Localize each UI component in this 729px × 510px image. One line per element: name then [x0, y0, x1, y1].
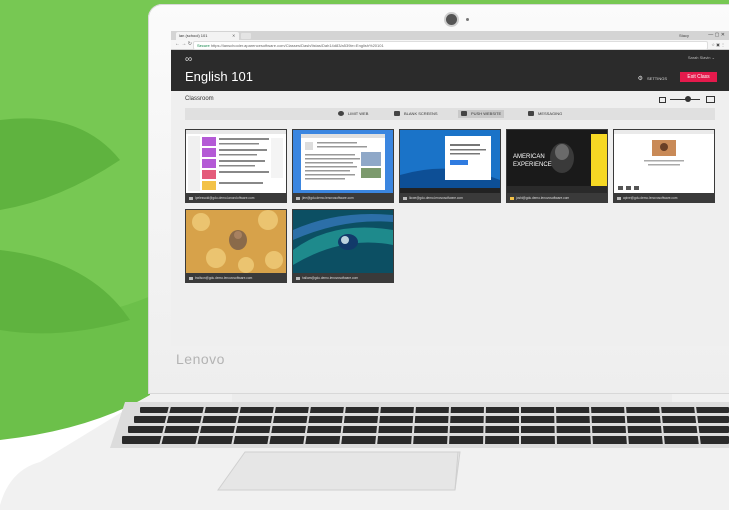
student-email: lpelessoid@gdu.demo.lanoroloftware.com: [195, 196, 255, 200]
student-caption: hallam@gdu.demo.lenovosoftware.com: [292, 273, 394, 283]
student-caption: jlee@gdu.demo.lenovosoftware.com: [292, 193, 394, 203]
window-controls[interactable]: — ▢ ✕: [708, 31, 725, 40]
app-header: ∞ Sarah Slavin ⌄ English 101 ⚙ SETTINGS E…: [171, 50, 729, 91]
user-menu[interactable]: Sarah Slavin ⌄: [688, 55, 715, 60]
student-email: llowe@gdu.demo.lenovosoftware.com: [409, 196, 463, 200]
page-title: English 101: [185, 69, 253, 84]
student-screen-thumbnail: [186, 210, 286, 273]
student-tile[interactable]: lpelessoid@gdu.demo.lanoroloftware.com: [185, 129, 287, 203]
large-size-icon: [706, 96, 715, 103]
slider-handle[interactable]: [685, 96, 691, 102]
push-website-icon: [461, 111, 467, 117]
blank-screens-label: BLANK SCREENS: [404, 111, 438, 116]
chrome-icon: [617, 196, 621, 200]
student-screen-thumbnail: [614, 130, 714, 193]
student-tile[interactable]: apine@gdu.demo.lenovosoftware.com: [613, 129, 715, 203]
extension-icons[interactable]: ☆ ▣ ⋮: [711, 41, 725, 48]
student-email: apine@gdu.demo.lenovosoftware.com: [623, 196, 678, 200]
push-website-button[interactable]: PUSH WEBSITE: [458, 110, 505, 118]
student-email: hallam@gdu.demo.lenovosoftware.com: [302, 276, 359, 280]
webcam-icon: [446, 14, 457, 25]
messaging-icon: [528, 111, 534, 117]
tab-close-icon[interactable]: ✕: [232, 32, 235, 40]
new-tab-button[interactable]: [241, 33, 251, 39]
chrome-icon: [296, 196, 300, 200]
secure-label: Secure: [197, 43, 210, 48]
settings-button[interactable]: ⚙ SETTINGS: [638, 75, 667, 82]
messaging-label: MESSAGING: [538, 111, 563, 116]
reload-icon[interactable]: ↻: [188, 41, 192, 47]
chrome-icon: [189, 196, 193, 200]
student-caption: joshi@gdu.demo.lenovosoftware.com: [506, 193, 608, 203]
svg-text:AMERICAN: AMERICAN: [513, 154, 545, 160]
student-screen-thumbnail: [293, 130, 393, 193]
student-caption: bwilson@gdu.demo.lenovosoftware.com: [185, 273, 287, 283]
messaging-button[interactable]: MESSAGING: [525, 110, 565, 118]
student-email: jlee@gdu.demo.lenovosoftware.com: [302, 196, 354, 200]
student-tile[interactable]: AMERICAN EXPERIENCE joshi@gdu.demo.lenov…: [506, 129, 608, 203]
student-tile[interactable]: llowe@gdu.demo.lenovosoftware.com: [399, 129, 501, 203]
blank-screens-button[interactable]: BLANK SCREENS: [391, 110, 441, 118]
student-screen-thumbnail: [400, 130, 500, 193]
student-email: bwilson@gdu.demo.lenovosoftware.com: [195, 276, 253, 280]
url-input[interactable]: Secure https://lanschooler.aparencesoftw…: [193, 41, 708, 50]
windows-icon: [189, 276, 193, 280]
url-text: https://lanschooler.aparencesoftware.com…: [210, 43, 384, 48]
classroom-panel: Classroom LIMIT WEB BLANK SCREENS PUSH W…: [171, 91, 729, 346]
classroom-toolbar: LIMIT WEB BLANK SCREENS PUSH WEBSITE MES…: [185, 108, 715, 120]
back-icon[interactable]: ←: [175, 41, 180, 47]
student-tile[interactable]: jlee@gdu.demo.lenovosoftware.com: [292, 129, 394, 203]
limit-web-button[interactable]: LIMIT WEB: [335, 110, 371, 118]
blank-screen-icon: [394, 111, 400, 117]
student-caption: llowe@gdu.demo.lenovosoftware.com: [399, 193, 501, 203]
nav-icons[interactable]: ← → ↻: [175, 40, 192, 49]
laptop-brand-logo: Lenovo: [176, 351, 225, 367]
camera-indicator: [466, 18, 469, 21]
laptop-screen: lan (school) 101 ✕ Stacy — ▢ ✕ ← → ↻ Sec…: [171, 31, 729, 346]
student-screen-thumbnail: [186, 130, 286, 193]
browser-tab-bar: lan (school) 101 ✕ Stacy — ▢ ✕: [171, 31, 729, 40]
push-website-label: PUSH WEBSITE: [471, 111, 502, 116]
gear-icon: ⚙: [637, 76, 643, 82]
app-logo-icon: ∞: [185, 54, 193, 65]
folder-icon: [510, 196, 514, 200]
chrome-icon: [296, 276, 300, 280]
limit-web-label: LIMIT WEB: [348, 111, 369, 116]
student-screen-thumbnail: AMERICAN EXPERIENCE: [507, 130, 607, 193]
small-size-icon: [659, 97, 666, 103]
browser-tab[interactable]: lan (school) 101 ✕: [176, 32, 239, 40]
student-caption: apine@gdu.demo.lenovosoftware.com: [613, 193, 715, 203]
limit-web-icon: [338, 111, 344, 117]
settings-label: SETTINGS: [646, 76, 667, 81]
student-tile[interactable]: bwilson@gdu.demo.lenovosoftware.com: [185, 209, 287, 283]
browser-address-bar: ← → ↻ Secure https://lanschooler.aparenc…: [171, 40, 729, 50]
student-screen-thumbnail: [293, 210, 393, 273]
section-title: Classroom: [185, 96, 214, 102]
student-email: joshi@gdu.demo.lenovosoftware.com: [516, 196, 570, 200]
browser-profile[interactable]: Stacy: [679, 31, 689, 40]
forward-icon[interactable]: →: [181, 41, 186, 47]
thumbnail-size-slider[interactable]: [659, 96, 715, 103]
student-caption: lpelessoid@gdu.demo.lanoroloftware.com: [185, 193, 287, 203]
svg-text:EXPERIENCE: EXPERIENCE: [513, 162, 552, 168]
exit-class-button[interactable]: Exit Class: [680, 72, 717, 82]
student-tile[interactable]: hallam@gdu.demo.lenovosoftware.com: [292, 209, 394, 283]
windows-icon: [403, 196, 407, 200]
browser-tab-title: lan (school) 101: [179, 33, 208, 38]
